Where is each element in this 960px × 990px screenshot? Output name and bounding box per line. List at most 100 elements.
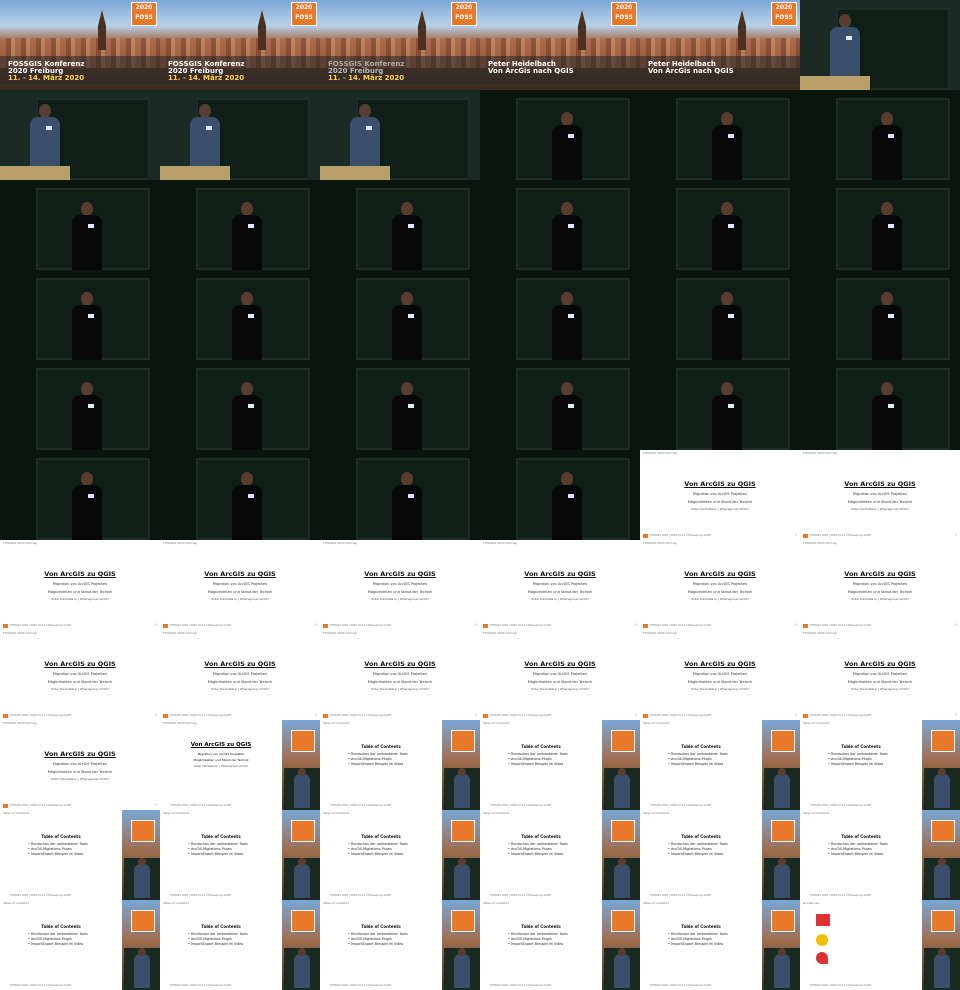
slide-subtitle-2: Möglichkeiten und Stand der Technik: [527, 680, 593, 684]
toc-item: Import/Export Beispiel im Video: [508, 762, 568, 767]
slide-header: FOSSGIS 2020 Vortrag: [643, 541, 677, 545]
slide-header: FOSSGIS 2020 Vortrag: [163, 631, 197, 635]
slide-pane: Table of Contents Table of Contents Rundsc…: [0, 900, 122, 990]
slide-subtitle: Migration von ArcGIS Projekten: [372, 582, 428, 586]
foss-logo: [771, 730, 795, 752]
speaker-body: [552, 305, 582, 360]
speaker-head: [561, 112, 573, 126]
thumbnail-tile: FOSSGIS 2020 Vortrag Von ArcGIS zu QGIS Mi…: [320, 540, 480, 630]
thumbnail-tile: [320, 270, 480, 360]
toc-item: Import/Export Beispiel im Video: [28, 852, 88, 857]
toc-title: Table of Contents: [361, 834, 401, 839]
slide-pane: Table of Contents Table of Contents Rundsc…: [800, 720, 922, 810]
webcam-inset: [124, 858, 160, 900]
speaker-head: [458, 768, 466, 776]
speaker-head: [81, 382, 93, 396]
thumbnail-tile: Table of Contents Table of Contents Rundsc…: [320, 900, 480, 990]
speaker-head: [881, 292, 893, 306]
mini-logo: [643, 534, 648, 538]
thumbnail-tile: 2020 FOSS FOSSGIS Konferenz 2020 Freiburg 11…: [160, 0, 320, 90]
mini-logo: [163, 624, 168, 628]
foss-logo: 2020 FOSS: [131, 2, 157, 26]
slide-footer: FOSSGIS 2020 | 2020-03-12 | Wheregroup G…: [810, 534, 872, 537]
name-badge: [88, 224, 94, 228]
slide-footer: FOSSGIS 2020 | 2020-03-12 | Wheregroup G…: [10, 624, 72, 627]
slide-header: Table of Contents: [803, 811, 830, 815]
speaker-body: [232, 395, 262, 450]
toc-item: Import/Export Beispiel im Video: [508, 852, 568, 857]
speaker-figure: [550, 472, 584, 540]
thumbnail-tile: FOSSGIS 2020 Vortrag Von ArcGIS zu QGIS Mi…: [160, 630, 320, 720]
slide-header: Table of Contents: [483, 721, 510, 725]
slide-header: FOSSGIS 2020 Vortrag: [323, 631, 357, 635]
toc-item: Import/Export Beispiel im Video: [28, 942, 88, 947]
slide-author: Peter Heidelbach | Wheregroup GmbH: [531, 687, 589, 691]
foss-logo: [291, 730, 315, 752]
slide-footer: FOSSGIS 2020 | 2020-03-12 | Wheregroup G…: [810, 804, 872, 807]
thumbnail-tile: [640, 360, 800, 450]
speaker-head: [778, 768, 786, 776]
thumbnail-tile: FOSSGIS 2020 Vortrag Von ArcGIS zu QGIS Mi…: [320, 630, 480, 720]
slide-title: Von ArcGIS zu QGIS: [204, 570, 276, 578]
webcam-inset: [284, 858, 320, 900]
logo-year: 2020: [295, 4, 313, 11]
mini-logo: [643, 624, 648, 628]
thumbnail-tile: [320, 360, 480, 450]
slide-header: Table of Contents: [483, 811, 510, 815]
speaker-body: [614, 774, 630, 808]
slide-subtitle: Migration von ArcGIS Projekten: [532, 672, 588, 676]
speaker-body: [774, 954, 790, 988]
thumbnail-tile: 2020 FOSS FOSSGIS Konferenz 2020 Freiburg 11…: [0, 0, 160, 90]
speaker-figure: [390, 202, 424, 270]
slide-pane: Table of Contents Table of Contents Rundsc…: [320, 810, 442, 900]
thumbnail-tile: [0, 270, 160, 360]
slide-pane: Table of Contents Table of Contents Rundsc…: [160, 900, 282, 990]
webcam-inset: [444, 948, 480, 990]
thumbnail-tile: FOSSGIS 2020 Vortrag Von ArcGIS zu QGIS Mi…: [640, 450, 800, 540]
next-arrow-icon: ›: [955, 622, 957, 628]
webcam-inset: [604, 768, 640, 810]
name-badge: [728, 404, 734, 408]
thumbnail-tile: [800, 360, 960, 450]
speaker-figure: [230, 382, 264, 450]
logo-text: FOSS: [135, 14, 153, 21]
talk-title: Von ArcGis nach QGIS: [488, 67, 574, 75]
name-badge: [568, 224, 574, 228]
toc-title: Table of Contents: [521, 924, 561, 929]
thumbnail-tile: FOSSGIS 2020 Vortrag Von ArcGIS zu QGIS Mi…: [800, 450, 960, 540]
toc-title: Table of Contents: [841, 834, 881, 839]
slide-header: Table of Contents: [803, 721, 830, 725]
thumbnail-tile: [0, 450, 160, 540]
foss-logo: [451, 910, 475, 932]
slide-footer: FOSSGIS 2020 | 2020-03-12 | Wheregroup G…: [650, 624, 712, 627]
slide-title: Von ArcGIS zu QGIS: [844, 660, 916, 668]
name-badge: [366, 126, 372, 130]
toc-list: Rundschau der vorhandenen ToolsArcGIS-Mi…: [348, 932, 408, 947]
toc-title: Table of Contents: [681, 744, 721, 749]
slide-header: FOSSGIS 2020 Vortrag: [3, 541, 37, 545]
next-arrow-icon: ›: [315, 622, 317, 628]
next-arrow-icon: ›: [635, 622, 637, 628]
slide-title: Von ArcGIS zu QGIS: [844, 480, 916, 488]
speaker-figure: [870, 292, 904, 360]
slide-header: Rundschau: [803, 901, 820, 905]
foss-logo: 2020 FOSS: [451, 2, 477, 26]
slide-footer: FOSSGIS 2020 | 2020-03-12 | Wheregroup G…: [490, 984, 552, 987]
slide-footer: FOSSGIS 2020 | 2020-03-12 | Wheregroup G…: [490, 804, 552, 807]
slide-subtitle-2: Möglichkeiten und Stand der Technik: [207, 680, 273, 684]
toc-item: Import/Export Beispiel im Video: [668, 852, 728, 857]
speaker-body: [712, 305, 742, 360]
foss-logo: 2020 FOSS: [611, 2, 637, 26]
speaker-body: [552, 215, 582, 270]
name-badge: [248, 404, 254, 408]
speaker-head: [778, 948, 786, 956]
tool-logo-icon: [816, 952, 828, 964]
speaker-head: [138, 948, 146, 956]
slide-title: Von ArcGIS zu QGIS: [524, 570, 596, 578]
logo-year: 2020: [615, 4, 633, 11]
speaker-body: [614, 864, 630, 898]
speaker-body: [454, 774, 470, 808]
speaker-head: [938, 858, 946, 866]
toc-title: Table of Contents: [841, 744, 881, 749]
slide-author: Peter Heidelbach | Wheregroup GmbH: [851, 597, 909, 601]
